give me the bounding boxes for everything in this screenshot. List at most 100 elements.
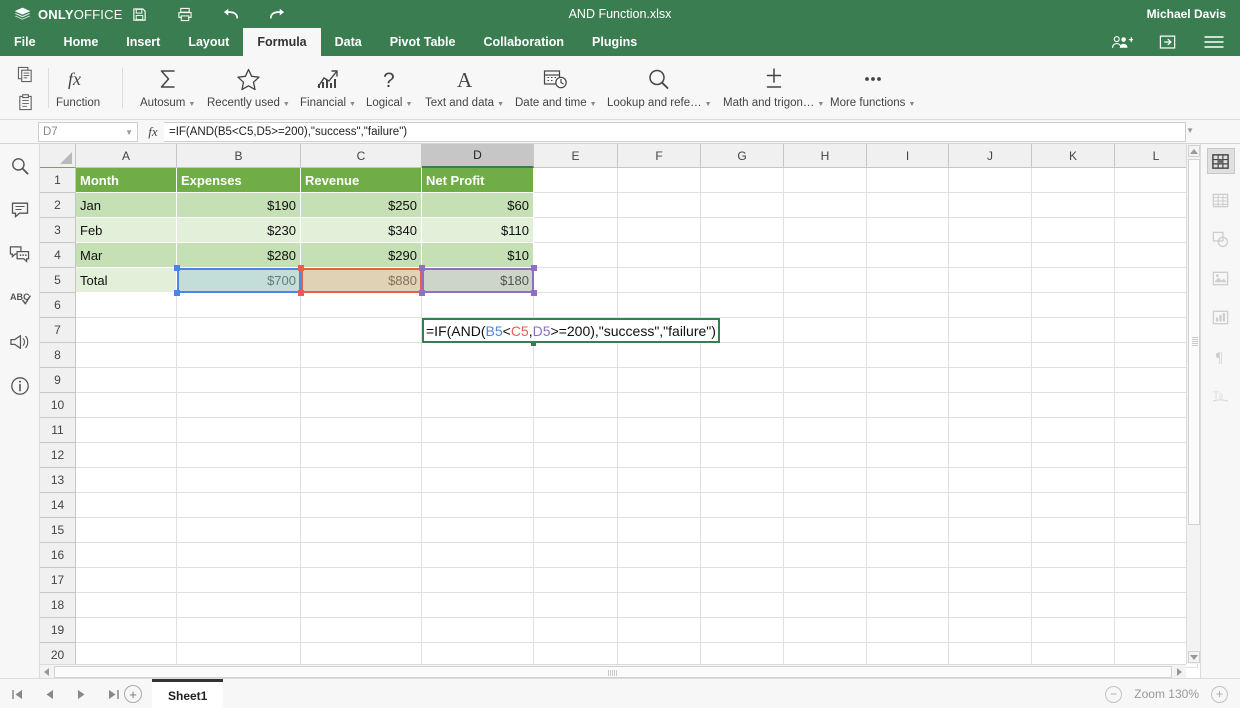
cell-J1[interactable] (949, 168, 1032, 193)
cell-I14[interactable] (867, 493, 949, 518)
undo-icon[interactable] (220, 3, 242, 25)
cell-C13[interactable] (301, 468, 422, 493)
editor-fill-handle[interactable] (531, 341, 536, 346)
zoom-in-button[interactable]: + (1211, 685, 1228, 703)
cell-B1[interactable]: Expenses (177, 168, 301, 193)
cell-B10[interactable] (177, 393, 301, 418)
cell-E18[interactable] (534, 593, 618, 618)
cell-I10[interactable] (867, 393, 949, 418)
cell-C4[interactable]: $290 (301, 243, 422, 268)
comments-icon[interactable] (6, 196, 34, 224)
cell-D8[interactable] (422, 343, 534, 368)
ribbon-tab-file[interactable]: File (0, 28, 50, 56)
row-header-5[interactable]: 5 (40, 268, 76, 293)
cell-J8[interactable] (949, 343, 1032, 368)
cell-J18[interactable] (949, 593, 1032, 618)
cell-A16[interactable] (76, 543, 177, 568)
cell-A8[interactable] (76, 343, 177, 368)
table-settings-icon[interactable] (1207, 187, 1235, 213)
cell-G3[interactable] (701, 218, 784, 243)
cell-H12[interactable] (784, 443, 867, 468)
share-users-icon[interactable] (1110, 30, 1134, 54)
cell-E11[interactable] (534, 418, 618, 443)
column-header-K[interactable]: K (1032, 144, 1115, 168)
cell-A10[interactable] (76, 393, 177, 418)
cell-J3[interactable] (949, 218, 1032, 243)
cell-E1[interactable] (534, 168, 618, 193)
cell-D6[interactable] (422, 293, 534, 318)
cell-J4[interactable] (949, 243, 1032, 268)
row-header-19[interactable]: 19 (40, 618, 76, 643)
cell-I8[interactable] (867, 343, 949, 368)
cell-H7[interactable] (784, 318, 867, 343)
cell-F10[interactable] (618, 393, 701, 418)
zoom-level-label[interactable]: Zoom 130% (1134, 687, 1199, 701)
cell-C16[interactable] (301, 543, 422, 568)
cell-F8[interactable] (618, 343, 701, 368)
scroll-down-button[interactable] (1188, 651, 1200, 663)
cell-H8[interactable] (784, 343, 867, 368)
cell-D17[interactable] (422, 568, 534, 593)
scroll-up-button[interactable] (1188, 145, 1200, 157)
cell-K3[interactable] (1032, 218, 1115, 243)
cell-B3[interactable]: $230 (177, 218, 301, 243)
cell-F4[interactable] (618, 243, 701, 268)
cell-D2[interactable]: $60 (422, 193, 534, 218)
feedback-megaphone-icon[interactable] (6, 328, 34, 356)
cell-G6[interactable] (701, 293, 784, 318)
ribbon-tab-home[interactable]: Home (50, 28, 113, 56)
row-header-3[interactable]: 3 (40, 218, 76, 243)
cell-K7[interactable] (1032, 318, 1115, 343)
column-header-E[interactable]: E (534, 144, 618, 168)
last-sheet-button[interactable] (104, 685, 122, 703)
cell-B17[interactable] (177, 568, 301, 593)
cell-I1[interactable] (867, 168, 949, 193)
cell-E5[interactable] (534, 268, 618, 293)
cell-E8[interactable] (534, 343, 618, 368)
cell-H16[interactable] (784, 543, 867, 568)
cell-D11[interactable] (422, 418, 534, 443)
cell-C10[interactable] (301, 393, 422, 418)
cell-A3[interactable]: Feb (76, 218, 177, 243)
cell-E16[interactable] (534, 543, 618, 568)
cell-H6[interactable] (784, 293, 867, 318)
cell-C11[interactable] (301, 418, 422, 443)
vertical-scroll-thumb[interactable] (1188, 159, 1200, 525)
cell-H13[interactable] (784, 468, 867, 493)
row-header-10[interactable]: 10 (40, 393, 76, 418)
cell-J7[interactable] (949, 318, 1032, 343)
cell-I2[interactable] (867, 193, 949, 218)
ribbon-tab-insert[interactable]: Insert (112, 28, 174, 56)
cell-D4[interactable]: $10 (422, 243, 534, 268)
cell-F9[interactable] (618, 368, 701, 393)
cell-C17[interactable] (301, 568, 422, 593)
text-art-settings-icon[interactable]: Ta (1207, 382, 1235, 408)
cell-H19[interactable] (784, 618, 867, 643)
cell-E13[interactable] (534, 468, 618, 493)
zoom-out-button[interactable]: − (1105, 685, 1123, 703)
cell-K18[interactable] (1032, 593, 1115, 618)
formula-input[interactable]: =IF(AND(B5<C5,D5>=200),"success","failur… (164, 122, 1186, 142)
cell-A12[interactable] (76, 443, 177, 468)
print-icon[interactable] (174, 3, 196, 25)
cell-A17[interactable] (76, 568, 177, 593)
scroll-left-button[interactable] (40, 665, 53, 678)
cell-I6[interactable] (867, 293, 949, 318)
row-header-12[interactable]: 12 (40, 443, 76, 468)
cell-G11[interactable] (701, 418, 784, 443)
cell-G15[interactable] (701, 518, 784, 543)
add-sheet-button[interactable]: + (124, 685, 142, 703)
column-header-C[interactable]: C (301, 144, 422, 168)
row-header-18[interactable]: 18 (40, 593, 76, 618)
row-header-2[interactable]: 2 (40, 193, 76, 218)
ribbon-tab-collaboration[interactable]: Collaboration (469, 28, 578, 56)
cell-D19[interactable] (422, 618, 534, 643)
cell-F13[interactable] (618, 468, 701, 493)
cell-I12[interactable] (867, 443, 949, 468)
ribbon-group-autosum[interactable]: Autosum ▼ (140, 60, 195, 116)
cell-F1[interactable] (618, 168, 701, 193)
column-header-B[interactable]: B (177, 144, 301, 168)
search-icon[interactable] (6, 152, 34, 180)
horizontal-scroll-thumb[interactable] (54, 666, 1172, 678)
cell-B7[interactable] (177, 318, 301, 343)
